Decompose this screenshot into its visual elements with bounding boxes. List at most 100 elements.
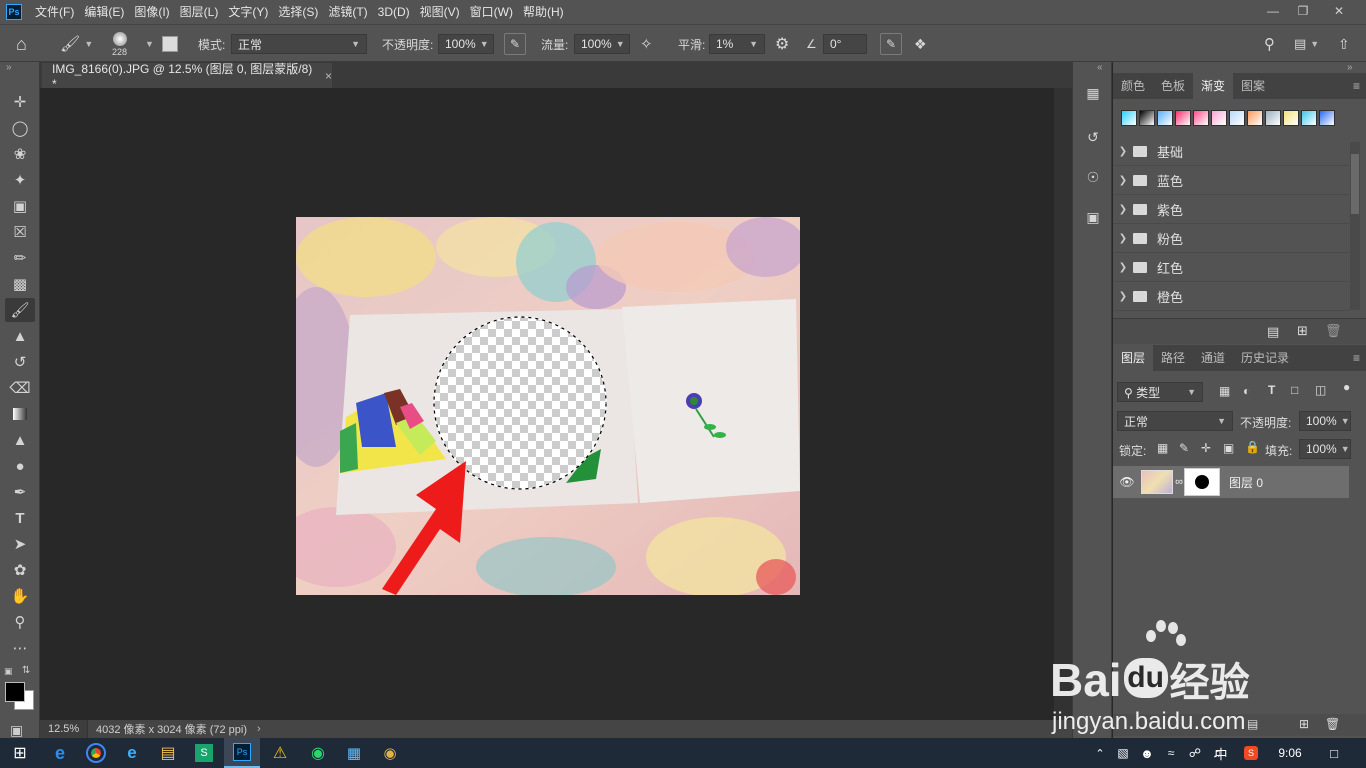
tray-network-icon[interactable]: ☍: [1184, 738, 1206, 768]
layer-mask-thumbnail[interactable]: [1184, 468, 1220, 496]
brush-size-picker[interactable]: 228: [112, 25, 127, 63]
layer-filter-select[interactable]: ⚲ 类型 ▼: [1117, 382, 1203, 402]
tray-qq-icon[interactable]: ☻: [1136, 738, 1158, 768]
gradient-folder[interactable]: ❯ 粉色: [1113, 225, 1349, 253]
pressure-opacity-icon[interactable]: ✎: [504, 33, 526, 55]
gradient-folder[interactable]: ❯ 蓝色: [1113, 167, 1349, 195]
gradient-folder[interactable]: ❯ 基础: [1113, 138, 1349, 166]
brush-preset-icon[interactable]: 🖌 ▼: [60, 25, 93, 63]
swap-colors-icon[interactable]: ⇅: [22, 665, 30, 676]
close-window-icon[interactable]: ✕: [1322, 0, 1356, 22]
smooth-field[interactable]: 1% ▼: [709, 34, 765, 54]
workspace-icon[interactable]: ▤ ▼: [1294, 25, 1319, 63]
tab-layers[interactable]: 图层: [1113, 345, 1154, 371]
stamp-tool-icon[interactable]: ▲: [5, 324, 35, 348]
wechat-icon[interactable]: ◉: [300, 738, 336, 768]
move-tool-icon[interactable]: ✛: [5, 90, 35, 114]
link-icon[interactable]: ∞: [1173, 476, 1185, 488]
gradient-swatch[interactable]: [1247, 110, 1263, 126]
eraser-tool-icon[interactable]: ⌫: [5, 376, 35, 400]
lock-all-icon[interactable]: 🔒: [1245, 440, 1260, 454]
blur-tool-icon[interactable]: ▲: [5, 428, 35, 452]
photoshop-taskbar-icon[interactable]: Ps: [224, 738, 260, 768]
lock-transparent-icon[interactable]: ▦: [1157, 441, 1168, 455]
gradient-scrollbar[interactable]: [1350, 142, 1360, 310]
tab-swatches[interactable]: 色板: [1153, 73, 1193, 99]
brush-tool-icon[interactable]: 🖌: [5, 298, 35, 322]
filter-toggle-icon[interactable]: ●: [1343, 380, 1350, 394]
filter-shape-icon[interactable]: □: [1291, 383, 1298, 397]
tab-patterns[interactable]: 图案: [1233, 73, 1273, 99]
edge-browser-icon[interactable]: e: [114, 738, 150, 768]
default-colors-icon[interactable]: ▣: [4, 666, 13, 677]
tray-battery-icon[interactable]: ▧: [1112, 738, 1134, 768]
symmetry-icon[interactable]: ❖: [914, 25, 927, 63]
gradient-swatch[interactable]: [1211, 110, 1227, 126]
filter-image-icon[interactable]: ▦: [1219, 384, 1230, 398]
shape-tool-icon[interactable]: ✿: [5, 558, 35, 582]
tab-close-icon[interactable]: ×: [325, 69, 332, 83]
menu-select[interactable]: 选择(S): [273, 0, 323, 24]
layer-row[interactable]: 👁 ∞ 图层 0: [1113, 466, 1349, 498]
filter-type-icon[interactable]: T: [1268, 383, 1275, 397]
crop-tool-icon[interactable]: ▣: [5, 194, 35, 218]
menu-help[interactable]: 帮助(H): [518, 0, 569, 24]
gradient-folder[interactable]: ❯ 红色: [1113, 254, 1349, 282]
history-panel-icon[interactable]: ↺: [1078, 124, 1108, 150]
collapse-icon[interactable]: «: [1097, 62, 1103, 73]
gradient-swatch[interactable]: [1265, 110, 1281, 126]
type-tool-icon[interactable]: T: [5, 506, 35, 530]
tab-color[interactable]: 颜色: [1113, 73, 1153, 99]
marquee-tool-icon[interactable]: ◯: [5, 116, 35, 140]
flow-field[interactable]: 100% ▼: [574, 34, 630, 54]
lock-position-icon[interactable]: ✛: [1201, 441, 1211, 455]
minimize-icon[interactable]: —: [1256, 0, 1290, 22]
hand-tool-icon[interactable]: ✋: [5, 584, 35, 608]
tab-channels[interactable]: 通道: [1193, 345, 1233, 371]
trash-icon[interactable]: 🗑: [1325, 323, 1342, 339]
dodge-tool-icon[interactable]: ●: [5, 454, 35, 478]
ie-browser-icon[interactable]: e: [42, 738, 78, 768]
warning-app-icon[interactable]: ⚠: [262, 738, 298, 768]
panel-menu-icon[interactable]: ≡: [1353, 345, 1366, 371]
pressure-size-icon[interactable]: ✎: [880, 33, 902, 55]
zoom-tool-icon[interactable]: ⚲: [5, 610, 35, 634]
menu-view[interactable]: 视图(V): [415, 0, 465, 24]
gradient-swatch[interactable]: [1319, 110, 1335, 126]
gradient-swatch[interactable]: [1229, 110, 1245, 126]
search-icon[interactable]: ⚲: [1264, 25, 1275, 63]
healing-brush-tool-icon[interactable]: ▩: [5, 272, 35, 296]
share-icon[interactable]: ⇧: [1338, 25, 1350, 63]
opacity-field[interactable]: 100% ▼: [438, 34, 494, 54]
foreground-color-swatch[interactable]: [5, 682, 25, 702]
tray-clock[interactable]: 9:06: [1270, 738, 1310, 768]
layer-thumbnail[interactable]: [1141, 470, 1173, 494]
more-tools-icon[interactable]: ⋯: [5, 636, 35, 660]
tray-sogou-icon[interactable]: S: [1240, 738, 1262, 768]
angle-field[interactable]: 0°: [823, 34, 867, 54]
tray-wifi-icon[interactable]: ≈: [1160, 738, 1182, 768]
airbrush-icon[interactable]: ✧: [640, 25, 653, 63]
history-brush-tool-icon[interactable]: ↺: [5, 350, 35, 374]
menu-filter[interactable]: 滤镜(T): [323, 0, 372, 24]
collapse-icon[interactable]: »: [1347, 62, 1353, 73]
menu-file[interactable]: 文件(F): [30, 0, 79, 24]
frame-tool-icon[interactable]: ☒: [5, 220, 35, 244]
brush-panel-icon[interactable]: [162, 36, 178, 52]
path-selection-tool-icon[interactable]: ➤: [5, 532, 35, 556]
windows-start-icon[interactable]: ⊞: [2, 738, 38, 768]
zoom-level[interactable]: 12.5%: [40, 720, 88, 738]
menu-layer[interactable]: 图层(L): [175, 0, 224, 24]
fill-field[interactable]: 100% ▼: [1299, 439, 1351, 459]
tray-ime[interactable]: 中: [1210, 738, 1232, 768]
libraries-panel-icon[interactable]: ▣: [1078, 204, 1108, 230]
pen-tool-icon[interactable]: ✒: [5, 480, 35, 504]
lock-artboard-icon[interactable]: ▣: [1223, 441, 1234, 455]
gradient-swatch[interactable]: [1175, 110, 1191, 126]
new-gradient-icon[interactable]: ⊞: [1297, 323, 1308, 339]
lightbulb-icon[interactable]: ☉: [1078, 164, 1108, 190]
wps-spreadsheet-icon[interactable]: S: [186, 738, 222, 768]
gradient-folder[interactable]: ❯ 橙色: [1113, 283, 1349, 311]
menu-3d[interactable]: 3D(D): [373, 0, 415, 24]
properties-panel-icon[interactable]: ▦: [1078, 80, 1108, 106]
